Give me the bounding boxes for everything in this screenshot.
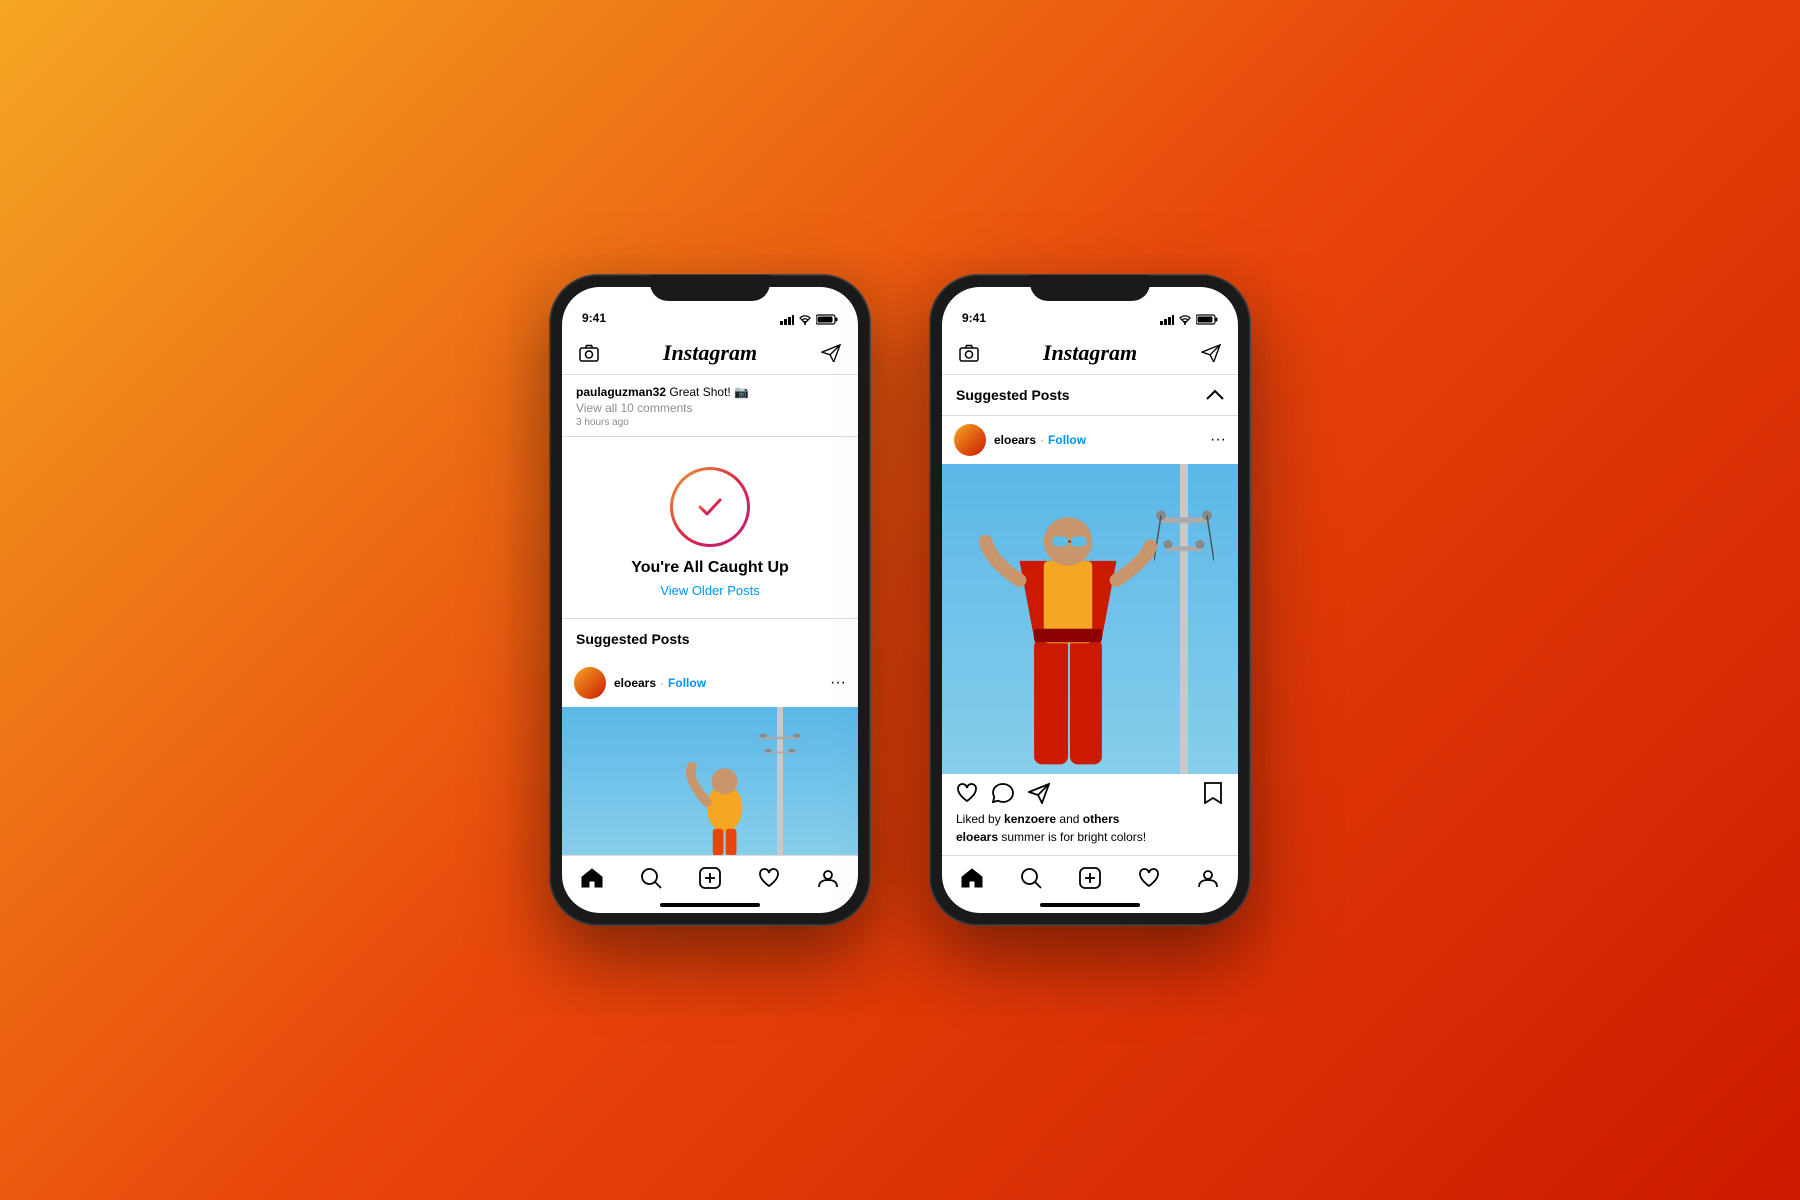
dot-separator-right: · [1040, 433, 1044, 447]
sky-background-left [562, 707, 858, 855]
caption-row-right: eloears summer is for bright colors! [942, 830, 1238, 852]
liked-by-user[interactable]: kenzoere [1004, 812, 1056, 826]
home-bar-left [660, 903, 760, 907]
battery-icon-left [816, 314, 838, 325]
home-nav-left[interactable] [580, 866, 604, 890]
liked-by-others-label: others [1083, 812, 1120, 826]
checkmark-icon [692, 489, 728, 525]
liked-by-others: and [1059, 812, 1082, 826]
caught-up-circle [670, 467, 750, 547]
comment-username[interactable]: paulaguzman32 [576, 385, 666, 399]
follow-button-right[interactable]: Follow [1048, 433, 1086, 447]
username-follow-right: eloears · Follow [994, 433, 1086, 447]
suggested-title-left: Suggested Posts [576, 631, 690, 647]
post-user-row-right: eloears · Follow ··· [942, 416, 1238, 464]
liked-by-text: Liked by kenzoere and others [956, 812, 1119, 826]
post-actions-left [956, 782, 1050, 804]
post-username-right[interactable]: eloears [994, 433, 1036, 447]
caught-up-section: You're All Caught Up View Older Posts [562, 437, 858, 618]
follow-button-left[interactable]: Follow [668, 676, 706, 690]
camera-icon-left[interactable] [578, 342, 600, 364]
status-time-left: 9:41 [582, 311, 606, 325]
comment-section: paulaguzman32 Great Shot! 📷 View all 10 … [562, 375, 858, 437]
right-phone: 9:41 [930, 275, 1250, 925]
username-follow-left: eloears · Follow [614, 676, 706, 690]
home-bar-right [1040, 903, 1140, 907]
search-nav-left[interactable] [639, 866, 663, 890]
share-icon-right[interactable] [1028, 782, 1050, 804]
heart-nav-left[interactable] [757, 866, 781, 890]
left-phone: 9:41 [550, 275, 870, 925]
chevron-up-icon[interactable] [1206, 389, 1224, 401]
avatar-left[interactable] [574, 667, 606, 699]
bottom-nav-left [562, 855, 858, 903]
wifi-icon-left [798, 315, 812, 325]
person-silhouette-left [621, 737, 828, 855]
caption-content: summer is for bright colors! [1001, 830, 1146, 844]
comment-line: paulaguzman32 Great Shot! 📷 [576, 385, 844, 399]
post-actions-right [942, 774, 1238, 812]
view-older-posts[interactable]: View Older Posts [660, 583, 759, 598]
comment-icon-right[interactable] [992, 782, 1014, 804]
post-user-left: eloears · Follow [574, 667, 706, 699]
like-icon-right[interactable] [956, 782, 978, 804]
avatar-right[interactable] [954, 424, 986, 456]
notch [650, 275, 770, 301]
suggested-posts-header-left: Suggested Posts [562, 618, 858, 659]
liked-by-label: Liked by [956, 812, 1004, 826]
bookmark-icon-right[interactable] [1202, 782, 1224, 804]
add-nav-left[interactable] [698, 866, 722, 890]
more-button-left[interactable]: ··· [830, 674, 846, 692]
notch-right [1030, 275, 1150, 301]
post-image-left [562, 707, 858, 855]
dot-separator-left: · [660, 676, 664, 690]
post-image-right [942, 464, 1238, 774]
home-nav-right[interactable] [960, 866, 984, 890]
post-username-left[interactable]: eloears [614, 676, 656, 690]
caught-up-title: You're All Caught Up [631, 559, 789, 577]
ig-logo-right: Instagram [1043, 340, 1137, 366]
likes-row-right: Liked by kenzoere and others [942, 812, 1238, 830]
signal-icon-left [780, 315, 794, 325]
send-icon-left[interactable] [820, 342, 842, 364]
ig-logo-left: Instagram [663, 340, 757, 366]
suggested-posts-header-right[interactable]: Suggested Posts [942, 375, 1238, 416]
status-time-right: 9:41 [962, 311, 986, 325]
camera-icon-right[interactable] [958, 342, 980, 364]
person-figure-right [957, 464, 1179, 774]
send-icon-right[interactable] [1200, 342, 1222, 364]
ig-header-left: Instagram [562, 331, 858, 375]
more-button-right[interactable]: ··· [1210, 431, 1226, 449]
status-icons-left [780, 314, 838, 325]
caption-username-right[interactable]: eloears [956, 830, 998, 844]
comment-text: Great Shot! 📷 [669, 385, 749, 399]
signal-icon-right [1160, 315, 1174, 325]
heart-nav-right[interactable] [1137, 866, 1161, 890]
post-user-row-left: eloears · Follow ··· [562, 659, 858, 707]
post-user-right: eloears · Follow [954, 424, 1086, 456]
time-ago: 3 hours ago [576, 417, 844, 428]
view-all-comments[interactable]: View all 10 comments [576, 401, 844, 415]
battery-icon-right [1196, 314, 1218, 325]
bottom-nav-right [942, 855, 1238, 903]
profile-nav-left[interactable] [816, 866, 840, 890]
wifi-icon-right [1178, 315, 1192, 325]
add-nav-right[interactable] [1078, 866, 1102, 890]
search-nav-right[interactable] [1019, 866, 1043, 890]
ig-header-right: Instagram [942, 331, 1238, 375]
sky-background-right [942, 464, 1238, 774]
profile-nav-right[interactable] [1196, 866, 1220, 890]
suggested-title-right: Suggested Posts [956, 387, 1070, 403]
status-icons-right [1160, 314, 1218, 325]
